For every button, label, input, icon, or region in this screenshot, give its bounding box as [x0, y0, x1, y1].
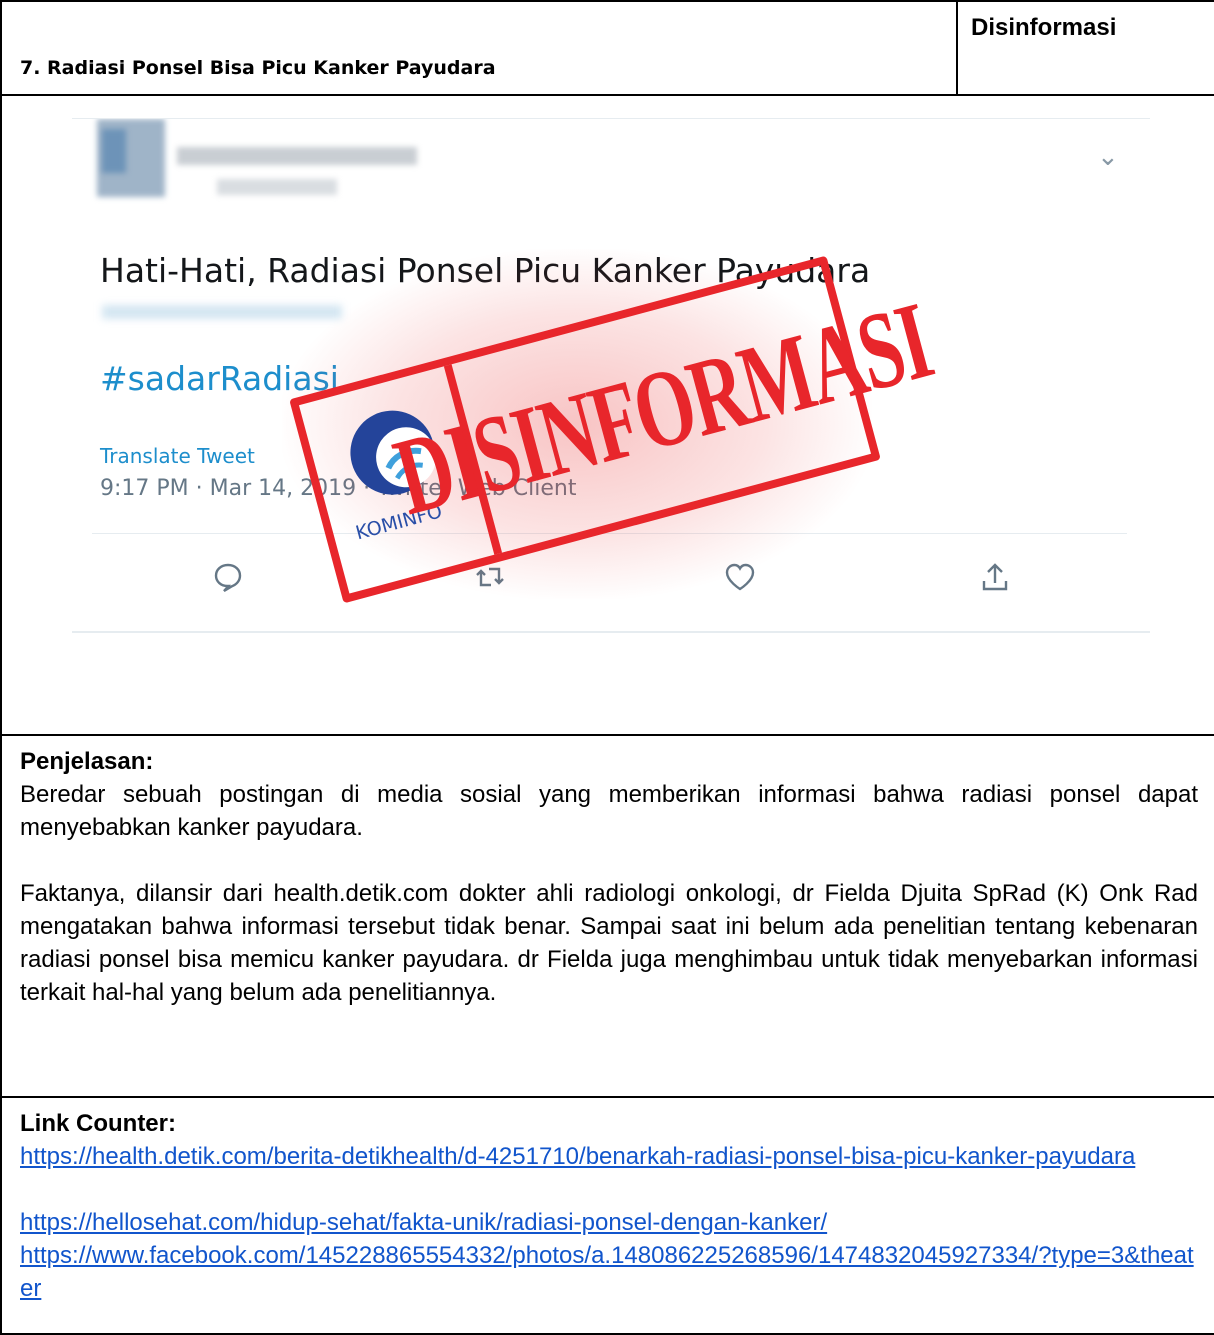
- hoax-title: 7. Radiasi Ponsel Bisa Picu Kanker Payud…: [20, 57, 496, 79]
- counter-link-facebook[interactable]: https://www.facebook.com/145228865554332…: [20, 1239, 1200, 1305]
- explanation-paragraph-1: Beredar sebuah postingan di media sosial…: [20, 781, 1198, 841]
- blurred-handle: [217, 179, 337, 195]
- explanation-paragraph-2: Faktanya, dilansir dari health.detik.com…: [20, 880, 1198, 1006]
- link-counter-cell: Link Counter: https://health.detik.com/b…: [0, 1096, 1214, 1335]
- hoax-report-table: 7. Radiasi Ponsel Bisa Picu Kanker Payud…: [0, 0, 1214, 1335]
- counter-link-hellosehat[interactable]: https://hellosehat.com/hidup-sehat/fakta…: [20, 1206, 1200, 1239]
- chevron-down-icon: ⌄: [1097, 141, 1119, 171]
- explanation-cell: Penjelasan: Beredar sebuah postingan di …: [0, 734, 1214, 1098]
- blurred-avatar-detail: [102, 129, 126, 173]
- link-counter-heading: Link Counter:: [20, 1110, 176, 1137]
- evidence-image-cell: ⌄ Hati-Hati, Radiasi Ponsel Picu Kanker …: [0, 94, 1214, 736]
- explanation-heading: Penjelasan:: [20, 748, 154, 775]
- classification-label: Disinformasi: [971, 14, 1117, 41]
- translate-tweet-link: Translate Tweet: [100, 444, 255, 468]
- blurred-username: [177, 147, 417, 165]
- tweet-screenshot: ⌄ Hati-Hati, Radiasi Ponsel Picu Kanker …: [72, 118, 1150, 633]
- title-cell: 7. Radiasi Ponsel Bisa Picu Kanker Payud…: [0, 0, 958, 96]
- reply-icon: [210, 559, 246, 595]
- label-cell: Disinformasi: [956, 0, 1214, 96]
- share-icon: [977, 559, 1013, 595]
- counter-link-detik[interactable]: https://health.detik.com/berita-detikhea…: [20, 1140, 1200, 1173]
